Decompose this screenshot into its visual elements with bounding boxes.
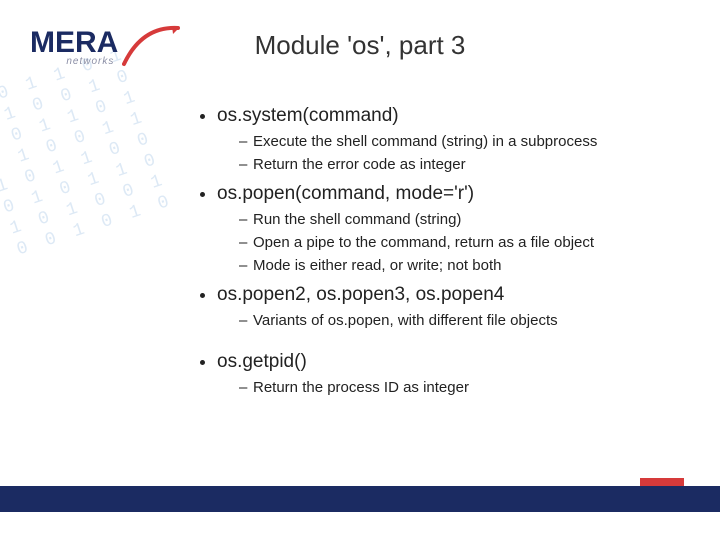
sub-bullet-list: Variants of os.popen, with different fil… (217, 312, 597, 329)
bullet-item: os.system(command) Execute the shell comm… (217, 105, 597, 173)
bullet-list: os.system(command) Execute the shell comm… (195, 105, 597, 396)
sub-bullet-list: Execute the shell command (string) in a … (217, 133, 597, 173)
sub-bullet-item: Variants of os.popen, with different fil… (239, 312, 597, 329)
footer-bar (0, 486, 720, 512)
bullet-item: os.popen2, os.popen3, os.popen4 Variants … (217, 284, 597, 329)
sub-bullet-item: Execute the shell command (string) in a … (239, 133, 597, 150)
bullet-item: os.popen(command, mode='r') Run the shell… (217, 183, 597, 274)
sub-bullet-item: Return the error code as integer (239, 156, 597, 173)
sub-bullet-list: Run the shell command (string) Open a pip… (217, 211, 597, 274)
bullet-head: os.popen(command, mode='r') (217, 183, 474, 204)
slide-title: Module 'os', part 3 (0, 30, 720, 61)
bullet-head: os.system(command) (217, 105, 399, 126)
sub-bullet-list: Return the process ID as integer (217, 379, 597, 396)
sub-bullet-item: Open a pipe to the command, return as a … (239, 234, 597, 251)
sub-bullet-item: Return the process ID as integer (239, 379, 597, 396)
bullet-item: os.getpid() Return the process ID as inte… (217, 351, 597, 396)
sub-bullet-item: Mode is either read, or write; not both (239, 257, 597, 274)
slide-body: os.system(command) Execute the shell comm… (195, 105, 597, 406)
footer-accent (640, 478, 684, 486)
bullet-head: os.popen2, os.popen3, os.popen4 (217, 284, 504, 305)
sub-bullet-item: Run the shell command (string) (239, 211, 597, 228)
bullet-head: os.getpid() (217, 351, 307, 372)
